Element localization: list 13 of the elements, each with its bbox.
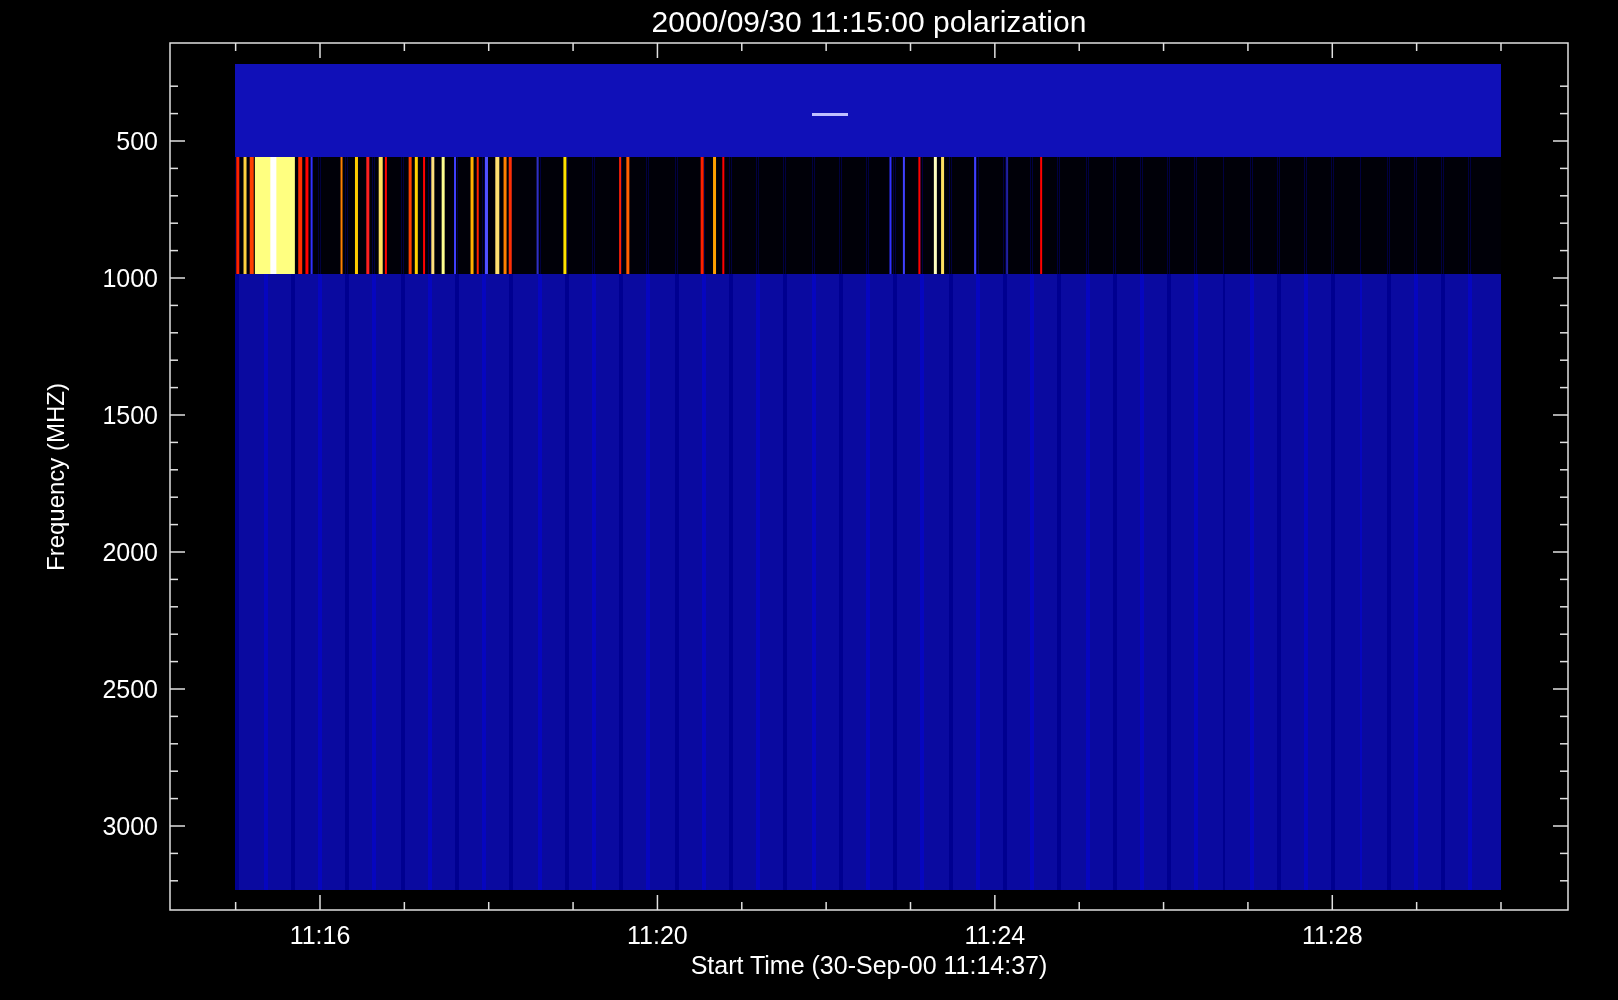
x-tick-label: 11:20 [627, 921, 688, 949]
y-tick-label: 500 [116, 127, 158, 155]
y-tick-label: 2000 [102, 538, 158, 566]
y-tick-label: 1500 [102, 401, 158, 429]
x-tick-label: 11:24 [964, 921, 1026, 949]
plot-title: 2000/09/30 11:15:00 polarization [651, 5, 1087, 38]
y-tick-label: 2500 [102, 675, 158, 703]
y-axis-label: Frequency (MHZ) [42, 383, 69, 571]
y-tick-label: 1000 [102, 264, 158, 292]
x-axis-label: Start Time (30-Sep-00 11:14:37) [690, 951, 1048, 979]
y-tick-label: 3000 [102, 812, 158, 840]
x-tick-label: 11:16 [289, 921, 351, 949]
x-tick-label: 11:28 [1301, 921, 1363, 949]
